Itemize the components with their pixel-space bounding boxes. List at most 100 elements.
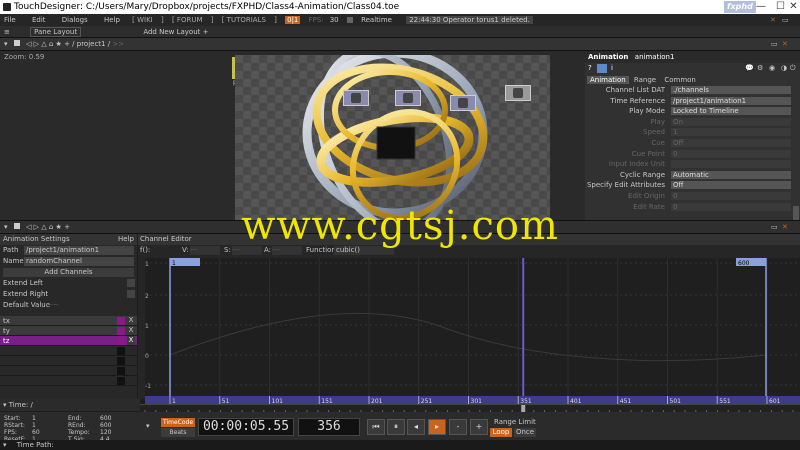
chop-node-2[interactable] [395, 90, 421, 106]
channel-row[interactable]: ty X [0, 326, 137, 336]
timecode-display[interactable]: 00:00:05.55 [198, 418, 294, 436]
eye-icon[interactable]: ◑ [781, 64, 787, 72]
channel-color-swatch[interactable] [117, 327, 125, 335]
bookmark-icon[interactable]: ★ [56, 40, 62, 48]
help-icon[interactable]: ? [588, 64, 592, 72]
param-value[interactable]: /project1/animation1 [671, 96, 791, 105]
param-value[interactable]: Off [671, 181, 791, 190]
frame-display[interactable]: 356 [298, 418, 360, 436]
extend-left-dropdown[interactable] [127, 279, 135, 287]
channel-color-swatch[interactable] [117, 377, 125, 385]
rend-value[interactable]: 600 [100, 422, 111, 429]
pane-menu-icon[interactable]: ≡ [0, 28, 14, 36]
path-arrows[interactable]: >> [112, 40, 124, 48]
realtime-checkbox[interactable] [346, 17, 353, 23]
delete-channel-button[interactable]: X [127, 326, 135, 335]
maximize-pane-icon[interactable]: ▭ [771, 38, 778, 51]
forum-link[interactable]: [ FORUM ] [172, 16, 214, 24]
channel-row[interactable] [0, 346, 137, 356]
tab-animation[interactable]: Animation [587, 76, 629, 84]
loop-button[interactable]: Loop [490, 428, 512, 437]
channel-row[interactable] [0, 356, 137, 366]
pane-arrow-icon[interactable]: ▾ [0, 40, 8, 48]
realtime-toggle[interactable]: Realtime [346, 16, 398, 24]
up-icon[interactable]: △ [41, 40, 46, 48]
channel-graph[interactable]: 1 2 1 0 -1 1 600 [145, 258, 800, 396]
menu-file[interactable]: File [0, 16, 20, 24]
power-icon[interactable]: ⏻ [790, 64, 796, 73]
play-button[interactable]: ▸ [428, 419, 446, 435]
param-value[interactable]: On [671, 117, 791, 126]
menu-help[interactable]: Help [100, 16, 124, 24]
pane-layout-button[interactable]: Pane Layout [30, 27, 82, 37]
minimize-button[interactable]: — [748, 0, 774, 14]
tab-common[interactable]: Common [661, 76, 699, 84]
window-icon[interactable]: ▭ [782, 14, 789, 26]
time-slider[interactable] [140, 404, 800, 413]
channel-color-swatch[interactable] [117, 367, 125, 375]
info-icon[interactable]: i [611, 64, 613, 72]
param-value[interactable]: 0 [671, 191, 791, 200]
camera-icon[interactable]: ◉ [769, 64, 775, 72]
end-value[interactable]: 600 [100, 415, 111, 422]
timecode-button[interactable]: TimeCode [161, 418, 195, 427]
pin-icon[interactable]: ✕ [770, 14, 776, 26]
channel-color-swatch[interactable] [117, 347, 125, 355]
pause-button[interactable]: ⏸ [387, 419, 405, 435]
param-value[interactable]: Automatic [671, 170, 791, 179]
channel-row[interactable]: tz X [0, 336, 137, 346]
gear-icon[interactable]: ⚙ [757, 64, 763, 72]
back-icon[interactable]: ◁ [26, 40, 31, 48]
close-pane-icon[interactable]: ✕ [782, 38, 788, 51]
menu-edit[interactable]: Edit [28, 16, 50, 24]
param-value[interactable]: ./channels [671, 86, 791, 94]
names-field[interactable]: randomChannel [24, 257, 134, 266]
add-channels-button[interactable]: Add Channels [3, 268, 134, 277]
tab-range[interactable]: Range [631, 76, 659, 84]
network-path[interactable]: / project1 / [72, 40, 110, 48]
param-value[interactable]: Off [671, 138, 791, 147]
default-value-field[interactable]: ----- [46, 300, 59, 311]
time-path-arrow-icon[interactable]: ▾ [3, 441, 7, 449]
plus-button[interactable]: + [470, 419, 488, 435]
chop-node-4[interactable] [505, 85, 531, 101]
once-button[interactable]: Once [514, 428, 536, 437]
step-back-button[interactable]: ◂ [407, 419, 425, 435]
add-layout-button[interactable]: Add New Layout [143, 28, 200, 36]
transport-arrow-icon[interactable]: ▾ [146, 422, 150, 430]
channel-row[interactable] [0, 376, 137, 386]
chop-node-3[interactable] [450, 95, 476, 111]
time-arrow-icon[interactable]: ▾ [3, 401, 7, 409]
forward-icon[interactable]: ▷ [34, 40, 39, 48]
param-value[interactable]: 1 [671, 128, 791, 137]
stop-icon[interactable] [13, 40, 20, 46]
chop-node-1[interactable] [343, 90, 369, 106]
channel-row[interactable]: tx X [0, 316, 137, 326]
rstart-value[interactable]: 1 [32, 422, 36, 429]
menu-dialogs[interactable]: Dialogs [58, 16, 92, 24]
delete-channel-button[interactable]: X [127, 336, 135, 345]
start-value[interactable]: 1 [32, 415, 36, 422]
channel-color-swatch[interactable] [117, 317, 125, 325]
beats-button[interactable]: Beats [161, 428, 195, 437]
channel-row[interactable] [0, 366, 137, 376]
maximize-button[interactable]: ☐ [774, 0, 787, 14]
rewind-button[interactable]: ⏮ [367, 419, 385, 435]
wiki-link[interactable]: [ WIKI ] [132, 16, 164, 24]
channel-color-swatch[interactable] [117, 337, 125, 345]
close-button[interactable]: ✕ [787, 0, 800, 14]
op-name[interactable]: animation1 [635, 53, 675, 61]
add-layout-plus[interactable]: + [203, 28, 209, 36]
delete-channel-button[interactable]: X [127, 316, 135, 325]
param-value[interactable] [671, 160, 791, 169]
fps2-value[interactable]: 60 [32, 429, 40, 436]
home-icon[interactable]: ⌂ [49, 40, 53, 48]
add-icon[interactable]: + [64, 40, 70, 48]
param-value[interactable]: Locked to Timeline [671, 107, 791, 116]
extend-right-dropdown[interactable] [127, 290, 135, 298]
param-value[interactable]: 0 [671, 149, 791, 158]
step-forward-button[interactable]: - [449, 419, 467, 435]
error-badge[interactable]: 0|1 [285, 16, 301, 24]
op-icon[interactable] [597, 64, 607, 73]
comment-icon[interactable]: 💬 [745, 64, 754, 72]
